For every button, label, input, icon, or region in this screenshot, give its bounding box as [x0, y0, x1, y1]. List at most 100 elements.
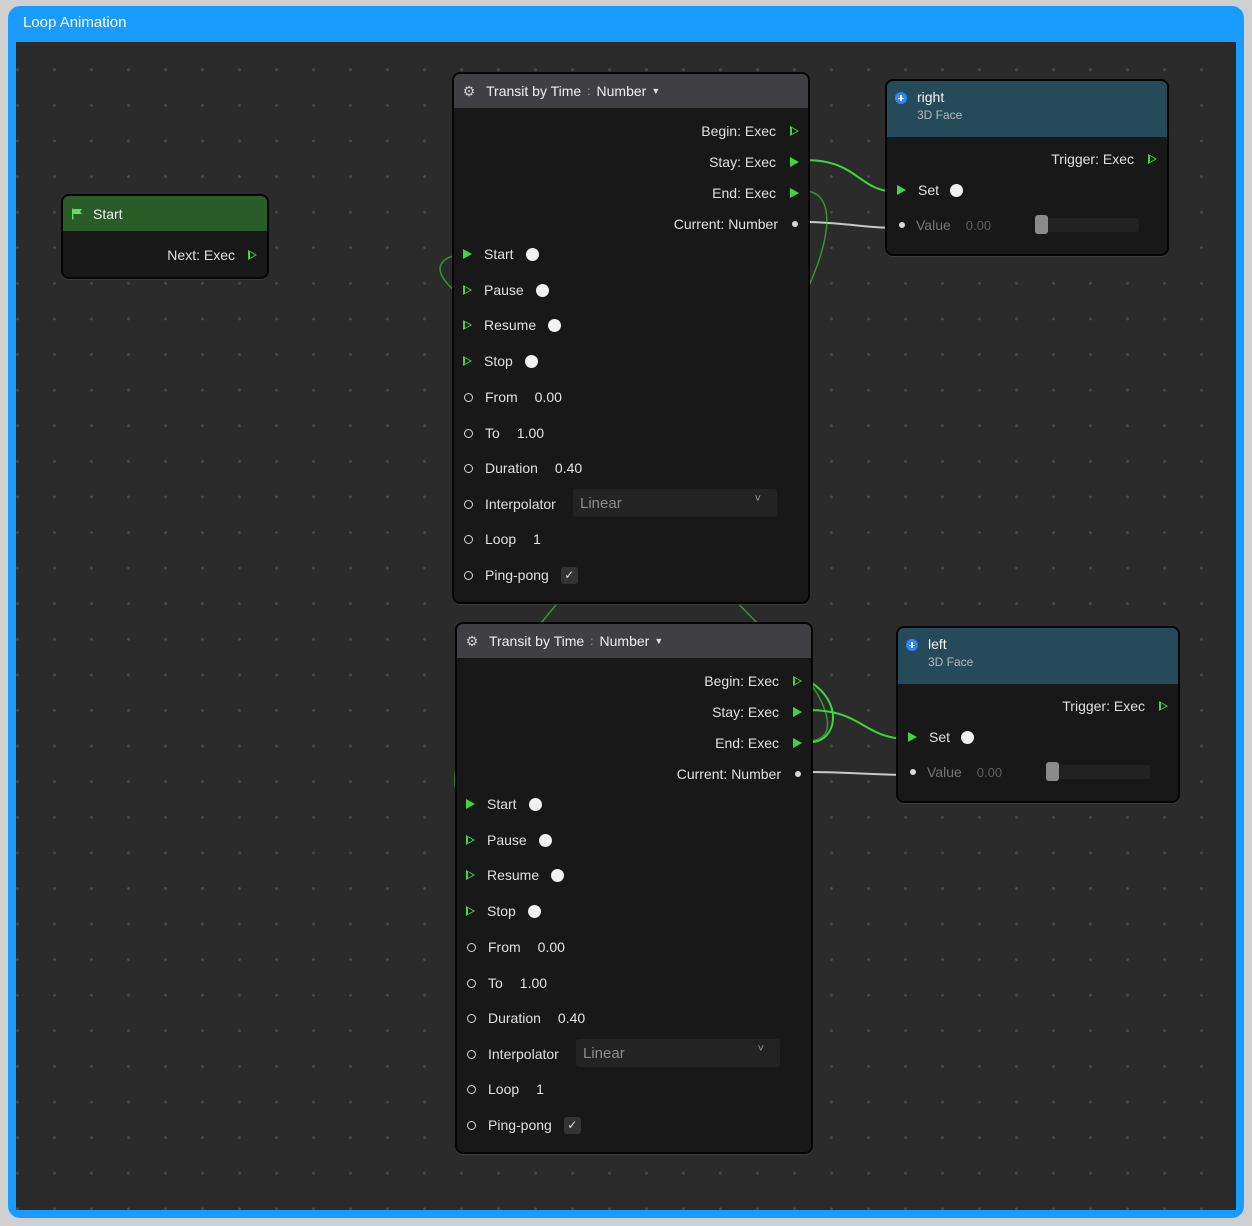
- exec-out-icon[interactable]: [1159, 701, 1168, 711]
- exec-input-1[interactable]: Pause: [463, 280, 549, 300]
- start-next-port[interactable]: Next: Exec: [67, 245, 257, 265]
- type-dropdown[interactable]: Number ▼: [600, 633, 664, 649]
- exec-out-icon[interactable]: [790, 126, 799, 136]
- to-value[interactable]: 1.00: [520, 975, 547, 991]
- param-in-icon[interactable]: [464, 534, 473, 544]
- trigger-output-port[interactable]: Trigger: Exec: [907, 149, 1157, 169]
- exec-in-connected-icon[interactable]: [897, 185, 906, 195]
- loop-value[interactable]: 1: [536, 1081, 544, 1097]
- face-node-right[interactable]: right 3D Face Trigger: Exec Set Value 0.00: [885, 79, 1169, 256]
- transit-header[interactable]: ⚙ Transit by Time: Number ▼: [454, 74, 808, 108]
- value-number[interactable]: 0.00: [977, 765, 1002, 780]
- from-value[interactable]: 0.00: [538, 939, 565, 955]
- param-in-icon[interactable]: [467, 1084, 476, 1094]
- face-header[interactable]: left 3D Face: [898, 628, 1178, 684]
- value-slider[interactable]: [1035, 215, 1139, 234]
- transit-node-bottom[interactable]: ⚙ Transit by Time: Number ▼ Begin: Exec Stay:…: [455, 622, 813, 1154]
- param-in-icon[interactable]: [464, 499, 473, 509]
- value-number[interactable]: 0.00: [966, 218, 991, 233]
- output-port-0[interactable]: Begin: Exec: [469, 121, 799, 141]
- trigger-button[interactable]: [551, 868, 565, 882]
- number-in-icon[interactable]: [910, 769, 916, 775]
- trigger-button[interactable]: [524, 354, 538, 368]
- exec-input-0[interactable]: Start: [466, 794, 542, 814]
- output-port-1[interactable]: Stay: Exec: [472, 702, 802, 722]
- pingpong-checkbox[interactable]: ✓: [563, 1116, 581, 1134]
- exec-input-2[interactable]: Resume: [466, 865, 565, 885]
- interpolator-select[interactable]: Linear ˅: [573, 489, 777, 517]
- value-slider[interactable]: [1046, 762, 1150, 781]
- exec-input-3[interactable]: Stop: [466, 901, 541, 921]
- slider-thumb[interactable]: [1046, 762, 1059, 781]
- trigger-output-port[interactable]: Trigger: Exec: [918, 696, 1168, 716]
- exec-in-icon[interactable]: [463, 285, 472, 295]
- trigger-button[interactable]: [525, 247, 539, 261]
- exec-out-connected-icon[interactable]: [790, 157, 799, 167]
- set-input-port[interactable]: Set: [908, 727, 975, 747]
- exec-out-connected-icon[interactable]: [790, 188, 799, 198]
- exec-in-connected-icon[interactable]: [463, 249, 472, 259]
- set-trigger-button[interactable]: [950, 183, 964, 197]
- exec-input-3[interactable]: Stop: [463, 351, 538, 371]
- param-in-icon[interactable]: [467, 942, 476, 952]
- number-out-icon[interactable]: [795, 771, 801, 777]
- output-port-0[interactable]: Begin: Exec: [472, 671, 802, 691]
- exec-input-2[interactable]: Resume: [463, 315, 562, 335]
- exec-in-icon[interactable]: [463, 356, 472, 366]
- number-out-icon[interactable]: [792, 221, 798, 227]
- output-port-3[interactable]: Current: Number: [469, 214, 799, 234]
- slider-thumb[interactable]: [1035, 215, 1048, 234]
- face-header[interactable]: right 3D Face: [887, 81, 1167, 137]
- exec-out-icon[interactable]: [248, 250, 257, 260]
- set-input-port[interactable]: Set: [897, 180, 964, 200]
- duration-value[interactable]: 0.40: [558, 1010, 585, 1026]
- output-port-3[interactable]: Current: Number: [472, 764, 802, 784]
- gear-icon[interactable]: ⚙: [465, 633, 479, 650]
- param-in-icon[interactable]: [467, 1013, 476, 1023]
- trigger-button[interactable]: [527, 904, 541, 918]
- to-value[interactable]: 1.00: [517, 425, 544, 441]
- exec-out-connected-icon[interactable]: [793, 738, 802, 748]
- exec-input-1[interactable]: Pause: [466, 830, 552, 850]
- output-port-2[interactable]: End: Exec: [472, 733, 802, 753]
- output-port-2[interactable]: End: Exec: [469, 183, 799, 203]
- exec-in-icon[interactable]: [463, 320, 472, 330]
- exec-out-icon[interactable]: [793, 676, 802, 686]
- exec-out-connected-icon[interactable]: [793, 707, 802, 717]
- number-in-icon[interactable]: [899, 222, 905, 228]
- pingpong-checkbox[interactable]: ✓: [560, 566, 578, 584]
- gear-icon[interactable]: ⚙: [462, 83, 476, 100]
- value-label: Value: [927, 764, 962, 780]
- param-in-icon[interactable]: [467, 1120, 476, 1130]
- param-in-icon[interactable]: [467, 978, 476, 988]
- graph-canvas[interactable]: Start Next: Exec ⚙ Transit by Time: Number…: [16, 42, 1236, 1210]
- type-dropdown[interactable]: Number ▼: [597, 83, 661, 99]
- from-value[interactable]: 0.00: [535, 389, 562, 405]
- loop-value[interactable]: 1: [533, 531, 541, 547]
- output-port-1[interactable]: Stay: Exec: [469, 152, 799, 172]
- param-in-icon[interactable]: [464, 463, 473, 473]
- exec-in-icon[interactable]: [466, 835, 475, 845]
- trigger-button[interactable]: [538, 833, 552, 847]
- exec-input-0[interactable]: Start: [463, 244, 539, 264]
- transit-header[interactable]: ⚙ Transit by Time: Number ▼: [457, 624, 811, 658]
- param-in-icon[interactable]: [467, 1049, 476, 1059]
- param-in-icon[interactable]: [464, 392, 473, 402]
- exec-out-icon[interactable]: [1148, 154, 1157, 164]
- interpolator-select[interactable]: Linear ˅: [576, 1039, 780, 1067]
- trigger-button[interactable]: [535, 283, 549, 297]
- face-node-left[interactable]: left 3D Face Trigger: Exec Set Value 0.00: [896, 626, 1180, 803]
- start-node-header[interactable]: Start: [63, 196, 267, 231]
- trigger-button[interactable]: [528, 797, 542, 811]
- exec-in-icon[interactable]: [466, 870, 475, 880]
- duration-value[interactable]: 0.40: [555, 460, 582, 476]
- start-node[interactable]: Start Next: Exec: [61, 194, 269, 279]
- exec-in-connected-icon[interactable]: [466, 799, 475, 809]
- exec-in-icon[interactable]: [466, 906, 475, 916]
- exec-in-connected-icon[interactable]: [908, 732, 917, 742]
- set-trigger-button[interactable]: [961, 730, 975, 744]
- param-in-icon[interactable]: [464, 570, 473, 580]
- param-in-icon[interactable]: [464, 428, 473, 438]
- transit-node-top[interactable]: ⚙ Transit by Time: Number ▼ Begin: Exec Stay:…: [452, 72, 810, 604]
- trigger-button[interactable]: [548, 318, 562, 332]
